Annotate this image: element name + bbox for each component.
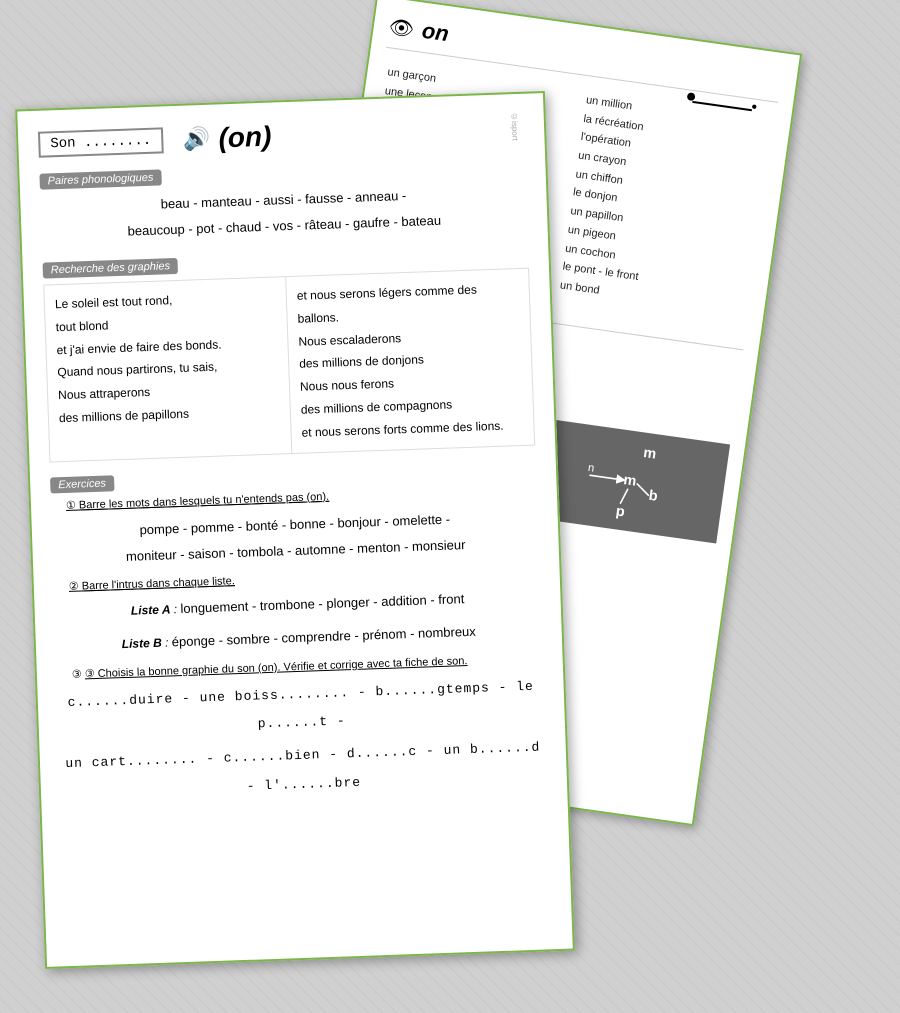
back-card-col2: un million la récréation l'opération un … bbox=[551, 86, 777, 345]
liste-b-label: Liste B : bbox=[122, 636, 172, 652]
recherche-label: Recherche des graphies bbox=[43, 258, 179, 279]
ex1-line1: pompe - pomme - bonté - bonne - bonjour … bbox=[139, 511, 450, 537]
svg-text:m: m bbox=[642, 445, 657, 463]
ex1-text: Barre les mots dans lesquels tu n'entend… bbox=[79, 490, 330, 511]
paires-section: Paires phonologiques beau - manteau - au… bbox=[39, 156, 527, 248]
liste-a-words: longuement - trombone - plonger - additi… bbox=[180, 591, 464, 616]
diagram-svg: m n m b p bbox=[580, 435, 670, 525]
watermark: ©isport bbox=[510, 112, 520, 141]
poem-col1: Le soleil est tout rond, tout blond et j… bbox=[44, 277, 292, 461]
son-box: Son ........ bbox=[38, 127, 164, 157]
hw-line2: un cart........ - c......bien - d......c… bbox=[60, 733, 548, 807]
ex1-number: ① bbox=[66, 499, 79, 511]
ex1-line2: moniteur - saison - tombola - automne - … bbox=[126, 537, 466, 564]
ex2-number: ② bbox=[69, 580, 82, 592]
liste-a-label: Liste A : bbox=[131, 602, 181, 618]
recherche-grid: Le soleil est tout rond, tout blond et j… bbox=[43, 268, 535, 462]
front-card: Son ........ 🔊 (on) ©isport Paires phono… bbox=[15, 91, 575, 969]
svg-text:p: p bbox=[615, 503, 626, 520]
svg-text:n: n bbox=[587, 462, 595, 475]
front-card-header: Son ........ 🔊 (on) ©isport bbox=[38, 112, 525, 161]
paires-label: Paires phonologiques bbox=[39, 169, 161, 189]
arrow-dot bbox=[687, 92, 696, 101]
sound-icon: 🔊 bbox=[183, 126, 211, 153]
svg-text:b: b bbox=[648, 487, 659, 504]
exercices-label: Exercices bbox=[50, 475, 114, 493]
liste-b: Liste B : éponge - sombre - comprendre -… bbox=[56, 618, 543, 659]
poem-line-7: et nous serons légers comme des ballons. bbox=[296, 277, 519, 330]
svg-text:m: m bbox=[622, 472, 637, 490]
back-card-title: on bbox=[420, 18, 450, 47]
liste-b-words: éponge - sombre - comprendre - prénom - … bbox=[171, 624, 476, 650]
ex1-words: pompe - pomme - bonté - bonne - bonjour … bbox=[52, 503, 540, 572]
exercices-section: Exercices ① Barre les mots dans lesquels… bbox=[50, 459, 547, 807]
paires-line1: beau - manteau - aussi - fausse - anneau… bbox=[160, 188, 406, 212]
ex3-number: ③ bbox=[72, 668, 85, 680]
on-title: (on) bbox=[218, 121, 272, 155]
paires-line2: beaucoup - pot - chaud - vos - râteau - … bbox=[127, 213, 441, 239]
ex2-text: Barre l'intrus dans chaque liste. bbox=[82, 575, 235, 592]
eye-icon: 👁 bbox=[387, 14, 416, 42]
poem-col2: et nous serons légers comme des ballons.… bbox=[286, 269, 534, 453]
recherche-section: Recherche des graphies Le soleil est tou… bbox=[42, 245, 535, 462]
